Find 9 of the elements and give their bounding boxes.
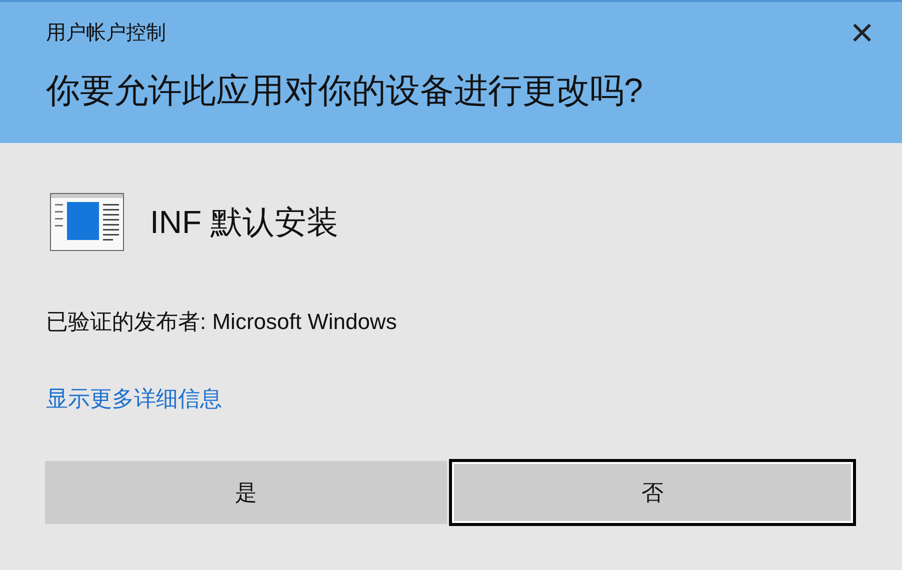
dialog-button[interactable]: 否 bbox=[448, 459, 856, 526]
close-button[interactable]: × bbox=[842, 13, 882, 53]
question-text: 你要允许此应用对你的设备进行更改吗? bbox=[46, 71, 644, 112]
app-window-icon bbox=[50, 193, 124, 251]
app-name: INF 默认安装 bbox=[150, 203, 338, 242]
details-link[interactable]: 显示更多详细信息 bbox=[46, 382, 222, 415]
publisher-text: 已验证的发布者: Microsoft Windows bbox=[46, 308, 398, 336]
dialog-button[interactable]: 是 bbox=[45, 461, 446, 524]
window-title: 用户帐户控制 bbox=[46, 21, 166, 46]
